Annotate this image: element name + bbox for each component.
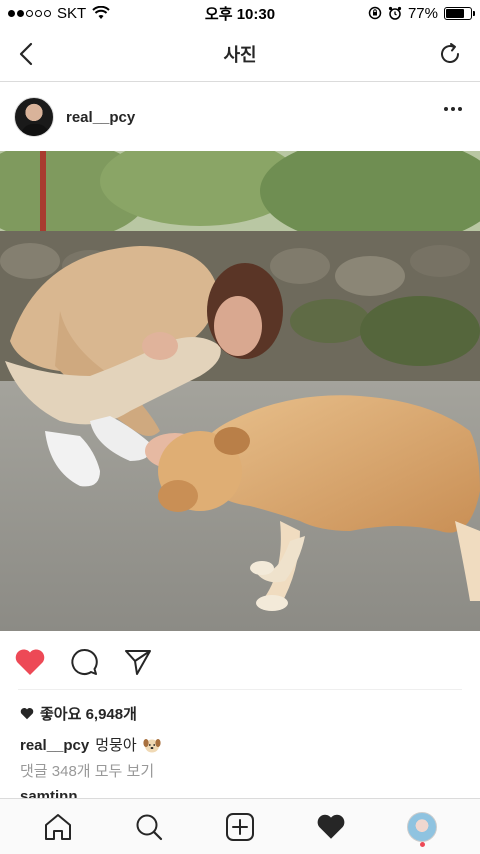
comment-icon (71, 648, 98, 675)
comment-button[interactable] (68, 646, 100, 678)
post-header: real__pcy (0, 83, 480, 151)
post-actions (0, 640, 480, 684)
tab-add[interactable] (218, 805, 262, 849)
status-left: SKT (8, 5, 110, 22)
heart-icon (317, 814, 345, 839)
avatar (407, 811, 438, 842)
post-photo[interactable] (0, 151, 480, 631)
battery-icon (444, 6, 475, 20)
heart-icon (15, 649, 45, 675)
search-icon (136, 814, 162, 840)
notification-dot (420, 841, 426, 847)
chevron-left-icon (19, 42, 33, 66)
wifi-icon (92, 6, 110, 19)
caption-username[interactable]: real__pcy (20, 737, 89, 754)
rotation-lock-icon (368, 6, 382, 20)
home-icon (44, 813, 71, 840)
post-username[interactable]: real__pcy (66, 109, 135, 126)
tab-home[interactable] (36, 805, 80, 849)
add-square-icon (225, 812, 254, 841)
actions-divider (18, 689, 462, 690)
nav-header: 사진 (0, 26, 480, 82)
carrier-label: SKT (57, 4, 87, 22)
like-button[interactable] (14, 646, 46, 678)
next-comment-username[interactable]: samtinn (20, 788, 78, 798)
caption-text: 멍뭉아 (95, 737, 137, 754)
more-options-icon[interactable] (444, 107, 462, 111)
battery-fill (446, 8, 465, 18)
view-all-comments-link[interactable]: 댓글 348개 모두 보기 (20, 760, 154, 781)
paper-plane-icon (125, 650, 151, 675)
back-button[interactable] (10, 38, 42, 70)
alarm-icon (388, 6, 402, 20)
refresh-button[interactable] (434, 38, 466, 70)
signal-strength-icon (8, 9, 51, 17)
tab-search[interactable] (127, 805, 171, 849)
dog-face-icon (143, 739, 161, 753)
post-photo-image (0, 151, 480, 631)
heart-small-icon (20, 708, 34, 720)
status-bar: SKT 오후 10:30 77% (0, 0, 480, 26)
avatar[interactable] (14, 97, 54, 137)
refresh-icon (441, 43, 459, 63)
likes-count[interactable]: 좋아요 6,948개 (20, 703, 137, 724)
tab-profile[interactable] (400, 805, 444, 849)
caption: real__pcy 멍뭉아 (20, 734, 161, 755)
bottom-tab-bar (0, 798, 480, 854)
page-title: 사진 (223, 44, 257, 65)
battery-percent: 77% (407, 4, 438, 22)
tab-activity[interactable] (309, 805, 353, 849)
share-button[interactable] (122, 646, 154, 678)
likes-label: 좋아요 6,948개 (40, 706, 137, 723)
next-comment: samtinn (20, 788, 78, 798)
status-right: 77% (368, 4, 475, 22)
